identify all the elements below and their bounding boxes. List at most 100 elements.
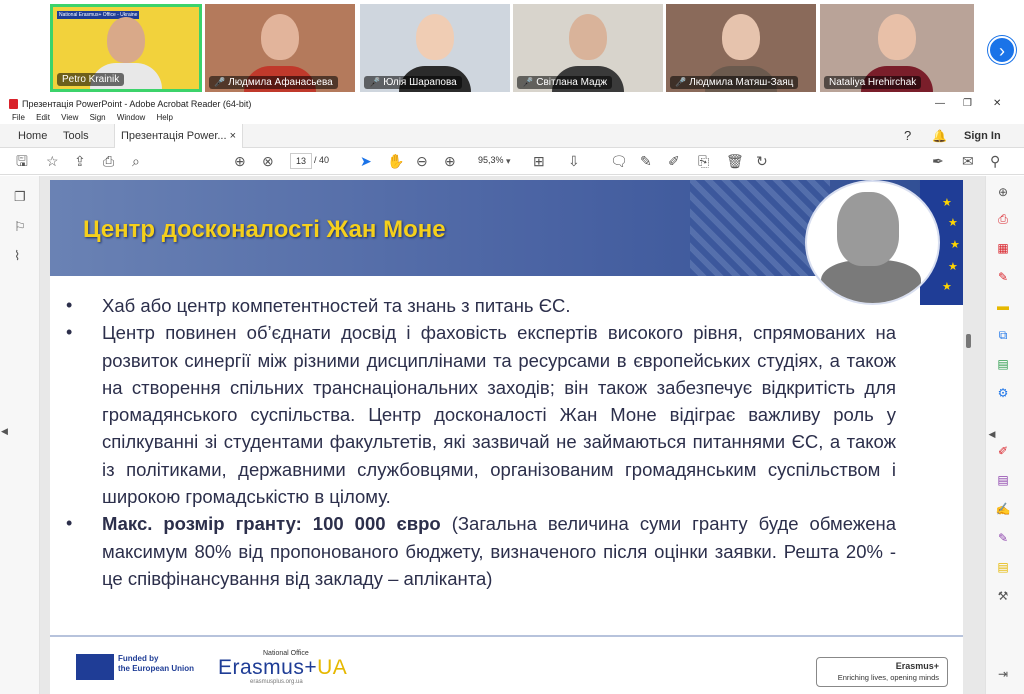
upload-icon[interactable]: ⇪ — [74, 152, 86, 170]
eu-funded-label: Funded by the European Union — [118, 654, 194, 673]
participant-name: 🎤 Людмила Афанасьева — [209, 76, 338, 89]
mic-muted-icon: 🎤 — [675, 77, 687, 87]
page-up-icon[interactable]: ⊕ — [234, 152, 246, 170]
edit-pdf-icon[interactable]: ✎ — [995, 269, 1011, 285]
protect-icon[interactable]: ▤ — [995, 472, 1011, 488]
scrollbar-thumb[interactable] — [966, 334, 971, 348]
scroll-mode-icon[interactable]: ⇩ — [568, 152, 580, 170]
participant-avatar — [261, 14, 299, 60]
attachment-icon[interactable]: ⌇ — [14, 248, 20, 264]
collapse-left-icon[interactable]: ◀ — [1, 426, 8, 437]
star-icon[interactable]: ☆ — [46, 152, 59, 170]
draw-icon[interactable]: ✐ — [668, 152, 680, 170]
slide-title: Центр досконалості Жан Моне — [83, 216, 446, 243]
more-tools-icon[interactable]: ⚒ — [995, 588, 1011, 604]
participant-avatar — [569, 14, 607, 60]
page-number-input[interactable]: 13 — [290, 153, 312, 169]
minimize-icon[interactable]: — — [935, 97, 945, 111]
zoom-level[interactable]: 95,3% — [478, 155, 504, 165]
bell-icon[interactable]: 🔔 — [932, 124, 947, 148]
email-icon[interactable]: ✉ — [962, 152, 974, 170]
participant-avatar — [878, 14, 916, 60]
participant-tile[interactable]: 🎤 Людмила Афанасьева — [205, 4, 355, 92]
left-nav-panel: ❐ ⚐ ⌇ ◀ — [0, 176, 40, 694]
pdf-page: Центр досконалості Жан Моне ★ ★ ★ ★ ★ • Х… — [50, 180, 963, 694]
sign-in-button[interactable]: Sign In — [964, 124, 1001, 148]
zoom-out-icon[interactable]: ⊖ — [416, 152, 428, 170]
bullet-item: • Хаб або центр компетентностей та знань … — [66, 295, 571, 316]
zoom-dropdown-icon[interactable]: ▾ — [506, 152, 511, 170]
participant-name: 🎤 Людмила Матяш-Заяц — [670, 76, 799, 89]
collapse-right-icon[interactable]: ◀ — [984, 426, 1000, 442]
menu-window[interactable]: Window — [117, 113, 145, 122]
page-down-icon[interactable]: ⊗ — [262, 152, 274, 170]
create-pdf-icon[interactable]: ▦ — [995, 240, 1011, 256]
participant-avatar — [107, 17, 145, 63]
bookmark-icon[interactable]: ⚐ — [14, 219, 26, 235]
menu-bar: File Edit View Sign Window Help — [0, 111, 1024, 124]
next-participants-button[interactable]: › — [988, 36, 1016, 64]
erasmus-site-label: erasmusplus.org.ua — [250, 679, 303, 685]
participant-tile[interactable]: 🎤 Юлія Шарапова — [360, 4, 510, 92]
stamp-icon[interactable]: ⎘ — [698, 152, 709, 170]
bullet-item: • Центр повинен об’єднати досвід і фахові… — [66, 322, 896, 508]
eu-flag-logo — [76, 654, 114, 680]
participant-avatar — [722, 14, 760, 60]
bullet-list: • Хаб або центр компетентностей та знань … — [66, 292, 896, 592]
tab-document[interactable]: Презентація Power... × — [114, 124, 244, 148]
participant-tile[interactable]: National Erasmus+ Office - Ukraine Petro … — [50, 4, 202, 92]
comment-tool-icon[interactable]: ▬ — [995, 298, 1011, 314]
expand-panel-icon[interactable]: ⇥ — [995, 666, 1011, 682]
fill-sign-icon[interactable]: ✍ — [995, 501, 1011, 517]
send-review-icon[interactable]: ▤ — [995, 559, 1011, 575]
participant-name: Petro Krainik — [57, 73, 125, 86]
export-pdf-icon[interactable]: ⎙ — [995, 211, 1011, 227]
compress-icon[interactable]: ⚙ — [995, 385, 1011, 401]
sign-icon[interactable]: ✒ — [932, 152, 944, 170]
bullet-item: • Макс. розмір гранту: 100 000 євро (Зага… — [66, 513, 896, 589]
page-total: / 40 — [314, 155, 330, 165]
participant-tile[interactable]: Nataliya Hrehirchak — [820, 4, 974, 92]
right-tools-panel: ⊕ ⎙ ▦ ✎ ▬ ⧉ ▤ ⚙ ◀ ✐ ▤ ✍ ✎ ▤ ⚒ ⇥ — [985, 176, 1024, 694]
bullet-bold-text: Макс. розмір гранту: 100 000 євро — [102, 513, 441, 535]
hand-icon[interactable]: ✋ — [387, 152, 404, 170]
window-titlebar: Презентація PowerPoint - Adobe Acrobat R… — [0, 97, 1024, 111]
zoom-in-icon[interactable]: ⊕ — [444, 152, 456, 170]
rotate-icon[interactable]: ↻ — [756, 152, 768, 170]
zoom-tool-icon[interactable]: ⊕ — [995, 184, 1011, 200]
find-user-icon[interactable]: ⚲ — [990, 152, 1000, 170]
search-icon[interactable]: ⌕ — [132, 152, 140, 170]
delete-icon[interactable]: 🗑 — [726, 152, 744, 170]
menu-view[interactable]: View — [61, 113, 78, 122]
tab-tools[interactable]: Tools — [63, 124, 89, 148]
highlight-icon[interactable]: ✎ — [640, 152, 652, 170]
erasmus-ua-logo: Erasmus+UA — [218, 656, 348, 679]
participant-tile[interactable]: 🎤 Світлана Мадж — [513, 4, 663, 92]
menu-edit[interactable]: Edit — [36, 113, 50, 122]
organize-pages-icon[interactable]: ▤ — [995, 356, 1011, 372]
menu-sign[interactable]: Sign — [90, 113, 106, 122]
fit-page-icon[interactable]: ⊞ — [533, 152, 545, 170]
print-icon[interactable]: ⎙ — [103, 152, 114, 170]
mic-muted-icon: 🎤 — [369, 77, 381, 87]
vertical-scrollbar[interactable] — [966, 180, 972, 694]
jean-monnet-portrait — [805, 180, 940, 305]
chevron-right-icon: › — [999, 41, 1005, 61]
close-window-icon[interactable]: ✕ — [993, 97, 1001, 111]
comment-icon[interactable]: 🗨 — [610, 152, 628, 170]
maximize-icon[interactable]: ❐ — [963, 97, 972, 111]
menu-help[interactable]: Help — [157, 113, 173, 122]
request-sign-icon[interactable]: ✎ — [995, 530, 1011, 546]
menu-file[interactable]: File — [12, 113, 25, 122]
combine-files-icon[interactable]: ⧉ — [995, 327, 1011, 343]
page-thumbnails-icon[interactable]: ❐ — [14, 189, 26, 205]
close-tab-icon[interactable]: × — [230, 130, 236, 142]
participant-tile[interactable]: 🎤 Людмила Матяш-Заяц — [666, 4, 816, 92]
help-icon[interactable]: ? — [904, 124, 911, 148]
select-cursor-icon[interactable]: ➤ — [360, 152, 372, 170]
tab-home[interactable]: Home — [18, 124, 47, 148]
erasmus-badge: Erasmus+ Enriching lives, opening minds — [816, 657, 948, 687]
mic-muted-icon: 🎤 — [522, 77, 534, 87]
save-icon[interactable]: 🖫 — [16, 152, 28, 170]
redact-icon[interactable]: ✐ — [995, 443, 1011, 459]
